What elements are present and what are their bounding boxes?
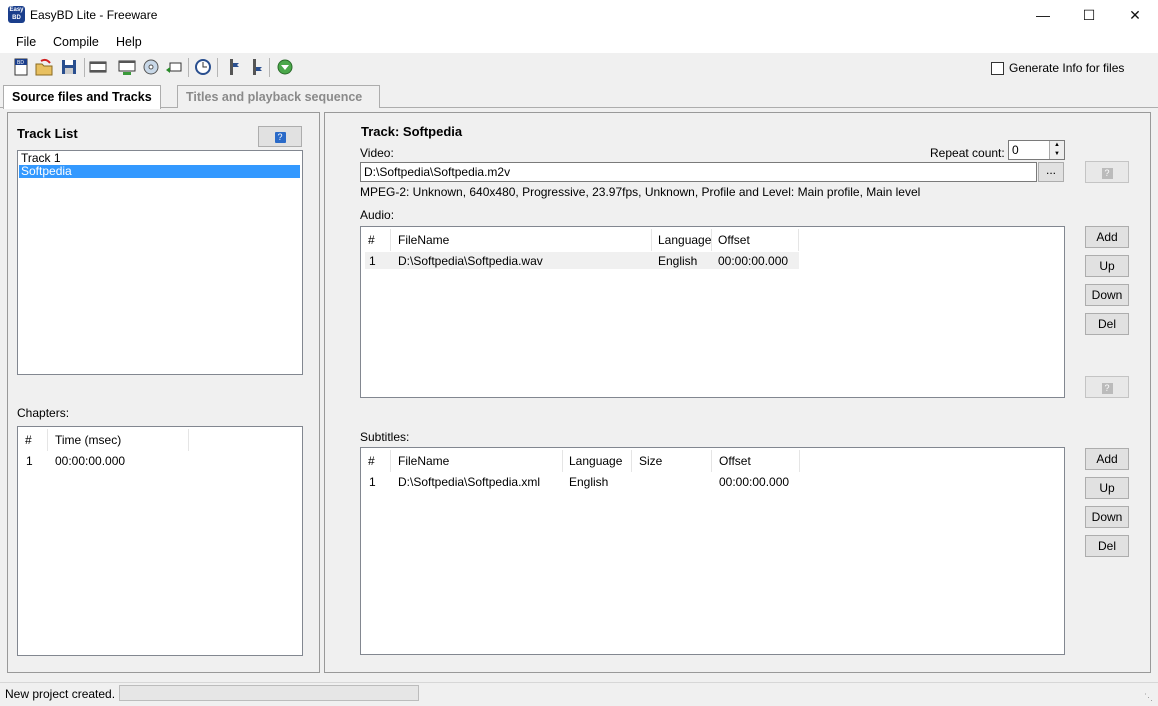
audio-add-button[interactable]: Add — [1085, 226, 1129, 248]
column-divider — [799, 450, 800, 472]
burn-disc-icon[interactable] — [142, 58, 160, 76]
status-text: New project created. — [5, 687, 116, 701]
column-divider — [47, 429, 48, 451]
subtitle-filename[interactable]: D:\Softpedia\Softpedia.xml — [398, 475, 540, 489]
resize-grip-icon[interactable]: ⋱ — [1144, 692, 1153, 703]
open-project-icon[interactable] — [35, 58, 53, 76]
subtitles-col-language[interactable]: Language — [569, 450, 622, 472]
menu-help[interactable]: Help — [116, 35, 142, 49]
new-project-icon[interactable]: BD — [12, 58, 30, 76]
repeat-count-value[interactable]: 0 — [1012, 143, 1019, 157]
column-divider — [390, 229, 391, 251]
audio-del-button[interactable]: Del — [1085, 313, 1129, 335]
menu-file[interactable]: File — [16, 35, 36, 49]
subtitle-language[interactable]: English — [569, 475, 608, 489]
audio-down-button[interactable]: Down — [1085, 284, 1129, 306]
column-divider — [562, 450, 563, 472]
audio-col-num[interactable]: # — [368, 229, 375, 251]
subtitles-label: Subtitles: — [360, 430, 410, 444]
video-path-value[interactable]: D:\Softpedia\Softpedia.m2v — [364, 165, 510, 179]
repeat-count-stepper[interactable]: 0 ▲ ▼ — [1008, 140, 1065, 160]
subtitles-col-num[interactable]: # — [368, 450, 375, 472]
progress-bar — [119, 685, 419, 701]
column-divider — [651, 229, 652, 251]
column-divider — [711, 450, 712, 472]
video-info: MPEG-2: Unknown, 640x480, Progressive, 2… — [360, 185, 921, 199]
svg-text:BD: BD — [17, 60, 24, 66]
add-track-icon[interactable] — [118, 58, 136, 76]
column-divider — [390, 450, 391, 472]
toolbar-separator — [217, 58, 218, 77]
column-divider — [631, 450, 632, 472]
track-list-title: Track List — [17, 126, 78, 141]
chapter-time[interactable]: 00:00:00.000 — [55, 454, 125, 468]
help-icon: ? — [1101, 383, 1113, 394]
add-chapter-icon[interactable] — [223, 58, 241, 76]
minimize-icon[interactable]: — — [1020, 0, 1066, 30]
spin-up-icon[interactable]: ▲ — [1049, 141, 1064, 150]
chapter-num[interactable]: 1 — [26, 454, 33, 468]
audio-num[interactable]: 1 — [369, 254, 376, 268]
spin-down-icon[interactable]: ▼ — [1049, 150, 1064, 159]
subtitles-col-offset[interactable]: Offset — [719, 450, 751, 472]
window-title: EasyBD Lite - Freeware — [30, 8, 158, 22]
chapters-label: Chapters: — [17, 406, 70, 420]
subtitle-num[interactable]: 1 — [369, 475, 376, 489]
audio-label: Audio: — [360, 208, 395, 222]
subtitle-offset[interactable]: 00:00:00.000 — [719, 475, 789, 489]
browse-video-button[interactable]: ... — [1038, 162, 1064, 182]
generate-info-label[interactable]: Generate Info for files — [1009, 61, 1124, 75]
audio-help-button[interactable]: ? — [1085, 376, 1129, 398]
audio-offset[interactable]: 00:00:00.000 — [718, 254, 788, 268]
add-video-icon[interactable] — [89, 58, 107, 76]
maximize-icon[interactable]: ☐ — [1066, 0, 1112, 30]
audio-col-language[interactable]: Language — [658, 229, 711, 251]
chapters-col-num[interactable]: # — [25, 429, 32, 451]
app-logo-icon: Easy BD — [8, 6, 25, 23]
remove-chapter-icon[interactable] — [246, 58, 264, 76]
help-icon: ? — [274, 132, 286, 143]
track-title: Track: Softpedia — [361, 124, 463, 139]
chapters-col-time[interactable]: Time (msec) — [55, 429, 121, 451]
settings-clock-icon[interactable] — [194, 58, 212, 76]
repeat-count-label: Repeat count: — [930, 146, 1005, 160]
menu-bar — [0, 31, 1158, 53]
subtitle-add-button[interactable]: Add — [1085, 448, 1129, 470]
audio-col-offset[interactable]: Offset — [718, 229, 750, 251]
track-listbox[interactable] — [17, 150, 303, 375]
toolbar-separator — [269, 58, 270, 77]
track-help-button[interactable]: ? — [258, 126, 302, 147]
audio-col-filename[interactable]: FileName — [398, 229, 449, 251]
audio-up-button[interactable]: Up — [1085, 255, 1129, 277]
subtitle-down-button[interactable]: Down — [1085, 506, 1129, 528]
tab-strip — [0, 107, 1158, 108]
video-label: Video: — [360, 146, 394, 160]
subtitles-col-size[interactable]: Size — [639, 450, 662, 472]
subtitles-col-filename[interactable]: FileName — [398, 450, 449, 472]
subtitle-del-button[interactable]: Del — [1085, 535, 1129, 557]
generate-info-checkbox[interactable] — [991, 62, 1004, 75]
close-icon[interactable]: ✕ — [1112, 0, 1158, 30]
toolbar-separator — [188, 58, 189, 77]
video-help-button[interactable]: ? — [1085, 161, 1129, 183]
column-divider — [798, 229, 799, 251]
column-divider — [188, 429, 189, 451]
track-item-selected[interactable]: Softpedia — [19, 165, 300, 178]
tab-source-files[interactable]: Source files and Tracks — [3, 85, 161, 109]
tab-titles-playback[interactable]: Titles and playback sequence — [177, 85, 380, 108]
import-icon[interactable] — [165, 58, 183, 76]
toolbar-separator — [84, 58, 85, 77]
title-bar — [0, 0, 1158, 31]
audio-filename[interactable]: D:\Softpedia\Softpedia.wav — [398, 254, 543, 268]
save-project-icon[interactable] — [60, 58, 78, 76]
menu-compile[interactable]: Compile — [53, 35, 99, 49]
help-icon: ? — [1101, 168, 1113, 179]
compile-icon[interactable] — [276, 58, 294, 76]
video-path-input[interactable]: D:\Softpedia\Softpedia.m2v — [360, 162, 1037, 182]
subtitle-up-button[interactable]: Up — [1085, 477, 1129, 499]
audio-language[interactable]: English — [658, 254, 697, 268]
column-divider — [711, 229, 712, 251]
